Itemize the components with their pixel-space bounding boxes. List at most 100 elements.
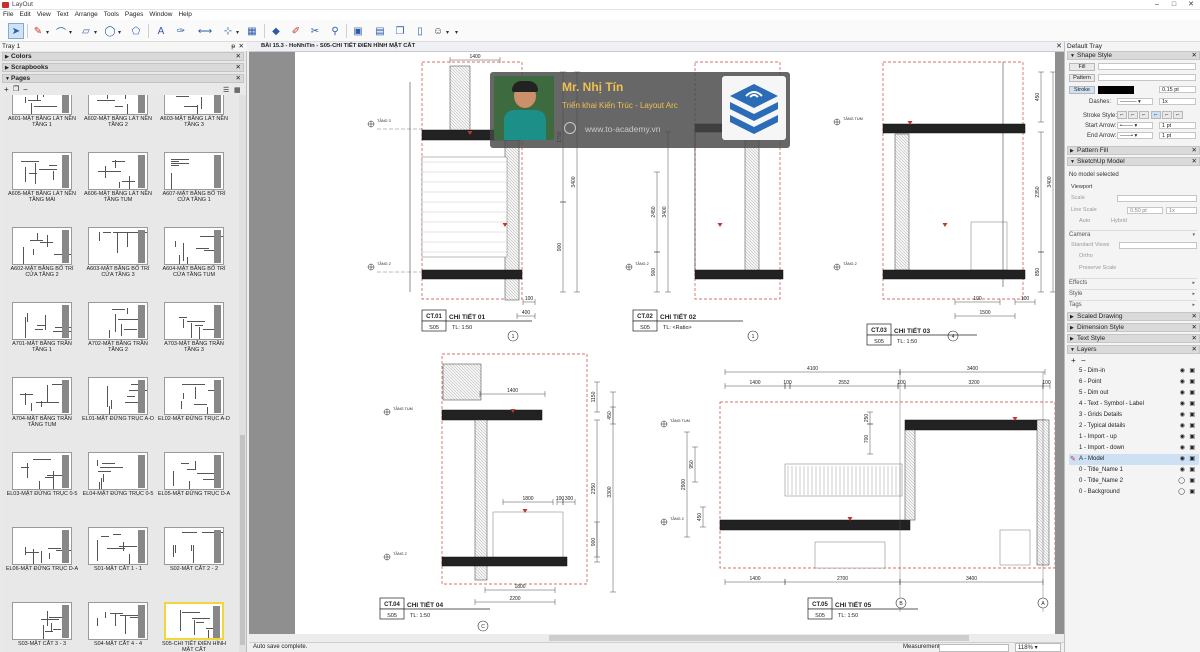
layer-visibility-icon[interactable]: ◉ — [1180, 399, 1185, 410]
new-page-icon[interactable]: ▤ — [372, 23, 388, 39]
effects-section[interactable]: Effects ▸ — [1069, 278, 1197, 287]
page-thumbnail[interactable]: S04-MẶT CẮT 4 - 4 — [80, 602, 156, 647]
layer-visibility-icon[interactable]: ◉ — [1180, 377, 1185, 388]
standard-views-select[interactable] — [1119, 242, 1197, 249]
measurements-input[interactable] — [939, 644, 1009, 652]
remove-layer-icon[interactable]: − — [1081, 356, 1086, 365]
line-scale-input[interactable]: 0.50 pt — [1127, 207, 1163, 214]
layer-visibility-icon[interactable]: ◉ — [1180, 366, 1185, 377]
dash-scale-select[interactable]: 1x — [1159, 98, 1196, 105]
add-layer-icon[interactable]: + — [1071, 356, 1076, 365]
join-bevel-icon[interactable]: ⌐ — [1173, 111, 1183, 119]
colors-panel-header[interactable]: ▶ Colors ✕ — [2, 52, 244, 61]
join-miter-icon[interactable]: ⌐ — [1151, 111, 1161, 119]
label-tool-icon[interactable]: ✑ — [173, 23, 189, 39]
menu-text[interactable]: Text — [54, 10, 72, 20]
scaled-drawing-header[interactable]: ▶ Scaled Drawing ✕ — [1067, 312, 1200, 321]
circle-tool-icon[interactable]: ◯ — [102, 23, 118, 39]
add-page-icon[interactable]: + — [4, 85, 9, 94]
close-button[interactable]: ✕ — [1184, 0, 1198, 10]
layer-row[interactable]: 1 - Import - down ◉ ▣ — [1069, 443, 1199, 454]
menu-window[interactable]: Window — [146, 10, 175, 20]
layer-lock-icon[interactable]: ▣ — [1189, 410, 1195, 421]
auto-checkbox[interactable]: Auto — [1079, 217, 1090, 225]
layer-row[interactable]: 3 - Grids Details ◉ ▣ — [1069, 410, 1199, 421]
shape-style-header[interactable]: ▼ Shape Style ✕ — [1067, 51, 1200, 60]
page-thumbnail[interactable]: A701-MẶT BẰNG TRẦN TẦNG 1 — [4, 302, 80, 353]
layer-lock-icon[interactable]: ▣ — [1189, 388, 1195, 399]
split-tool-icon[interactable]: ✂ — [307, 23, 323, 39]
end-arrow-size[interactable]: 1 pt — [1159, 132, 1196, 139]
stroke-color-swatch[interactable] — [1098, 86, 1134, 94]
layer-lock-icon[interactable]: ▣ — [1189, 377, 1195, 388]
text-style-header[interactable]: ▶ Text Style ✕ — [1067, 334, 1200, 343]
join-round-icon[interactable]: ⌐ — [1162, 111, 1172, 119]
grid-view-icon[interactable]: ▦ — [234, 86, 241, 94]
layer-row[interactable]: 1 - Import - up ◉ ▣ — [1069, 432, 1199, 443]
layer-lock-icon[interactable]: ▣ — [1189, 487, 1195, 498]
page-thumbnail[interactable]: A606-MẶT BẰNG LÁT NỀN TẦNG TUM — [80, 152, 156, 203]
menu-tools[interactable]: Tools — [101, 10, 122, 20]
layer-row[interactable]: 0 - Title_Name 1 ◉ ▣ — [1069, 465, 1199, 476]
page-thumbnail[interactable]: A603-MẶT BẰNG BỐ TRÍ CỬA TẦNG 3 — [80, 227, 156, 278]
arc-tool-icon[interactable]: ⌒ — [53, 23, 69, 39]
left-scrollbar[interactable] — [239, 95, 246, 652]
layer-visibility-icon[interactable]: ◉ — [1180, 421, 1185, 432]
page-thumbnail[interactable]: A607-MẶT BẰNG BỐ TRÍ CỬA TẦNG 1 — [156, 152, 232, 203]
maximize-button[interactable]: □ — [1167, 0, 1181, 10]
remove-page-icon[interactable]: − — [23, 85, 28, 94]
layer-row[interactable]: 4 - Text - Symbol - Label ◉ ▣ — [1069, 399, 1199, 410]
layer-lock-icon[interactable]: ▣ — [1189, 454, 1195, 465]
layer-row[interactable]: ✎ A - Model ◉ ▣ — [1069, 454, 1199, 465]
cap-round-icon[interactable]: ⌐ — [1128, 111, 1138, 119]
table-tool-icon[interactable]: ▦ — [244, 23, 260, 39]
cap-butt-icon[interactable]: ⌐ — [1117, 111, 1127, 119]
page-thumbnail[interactable]: S01-MẶT CẮT 1 - 1 — [80, 527, 156, 572]
cap-square-icon[interactable]: ⌐ — [1139, 111, 1149, 119]
layer-visibility-icon[interactable]: ◯ — [1178, 476, 1185, 487]
layer-row[interactable]: 5 - Dim-in ◉ ▣ — [1069, 366, 1199, 377]
page-thumbnail[interactable]: A604-MẶT BẰNG BỐ TRÍ CỬA TẦNG TUM — [156, 227, 232, 278]
layer-visibility-icon[interactable]: ◯ — [1178, 487, 1185, 498]
rectangle-tool-icon[interactable]: ▱ — [78, 23, 94, 39]
layer-row[interactable]: 0 - Title_Name 2 ◯ ▣ — [1069, 476, 1199, 487]
document-tab[interactable]: BÀI 15.3 - HoNhiTin - S05-CHI TIẾT ĐIỂN … — [249, 42, 1064, 52]
page-thumbnail[interactable]: A601-MẶT BẰNG LÁT NỀN TẦNG 1 — [4, 95, 80, 128]
sketchup-model-header[interactable]: ▼ SketchUp Model ✕ — [1067, 157, 1200, 166]
menu-edit[interactable]: Edit — [16, 10, 33, 20]
fill-toggle[interactable]: Fill — [1069, 63, 1095, 71]
page-thumbnail[interactable]: A602-MẶT BẰNG BỐ TRÍ CỬA TẦNG 2 — [4, 227, 80, 278]
pattern-toggle[interactable]: Pattern — [1069, 74, 1095, 82]
layer-visibility-icon[interactable]: ◉ — [1180, 410, 1185, 421]
preserve-scale-checkbox[interactable]: Preserve Scale — [1079, 264, 1116, 272]
layer-row[interactable]: 0 - Background ◯ ▣ — [1069, 487, 1199, 498]
layer-visibility-icon[interactable]: ◉ — [1180, 388, 1185, 399]
select-tool-icon[interactable]: ➤ — [8, 23, 24, 39]
page-thumbnail[interactable]: A602-MẶT BẰNG LÁT NỀN TẦNG 2 — [80, 95, 156, 128]
layer-lock-icon[interactable]: ▣ — [1189, 476, 1195, 487]
eraser-tool-icon[interactable]: ◆ — [268, 23, 284, 39]
user-account-icon[interactable]: ☺ — [430, 23, 446, 39]
split-dimension-tool-icon[interactable]: ⊹ — [220, 23, 236, 39]
page-thumbnail[interactable]: S03-MẶT CẮT 3 - 3 — [4, 602, 80, 647]
delete-page-icon[interactable]: ▯ — [412, 23, 428, 39]
ortho-checkbox[interactable]: Ortho — [1079, 252, 1093, 260]
page-thumbnail[interactable]: A703-MẶT BẰNG TRẦN TẦNG 3 — [156, 302, 232, 353]
layer-lock-icon[interactable]: ▣ — [1189, 465, 1195, 476]
page-thumbnail[interactable]: S02-MẶT CẮT 2 - 2 — [156, 527, 232, 572]
layer-row[interactable]: 2 - Typical details ◉ ▣ — [1069, 421, 1199, 432]
page-thumbnail[interactable]: A603-MẶT BẰNG LÁT NỀN TẦNG 3 — [156, 95, 232, 128]
polygon-tool-icon[interactable]: ⬠ — [128, 23, 144, 39]
menu-arrange[interactable]: Arrange — [72, 10, 101, 20]
menu-pages[interactable]: Pages — [122, 10, 146, 20]
page-thumbnail[interactable]: A704-MẶT BẰNG TRẦN TẦNG TUM — [4, 377, 80, 428]
stroke-toggle[interactable]: Stroke — [1069, 86, 1095, 94]
zoom-select[interactable]: 118% ▾ — [1015, 643, 1061, 652]
pattern-fill-header[interactable]: ▶ Pattern Fill ✕ — [1067, 146, 1200, 155]
layer-visibility-icon[interactable]: ◉ — [1180, 443, 1185, 454]
duplicate-page-small-icon[interactable]: ❐ — [13, 85, 19, 93]
tags-section[interactable]: Tags ▸ — [1069, 300, 1197, 309]
page-thumbnail[interactable]: EL03-MẶT ĐỨNG TRỤC 0-5 — [4, 452, 80, 497]
layer-lock-icon[interactable]: ▣ — [1189, 399, 1195, 410]
scale-select[interactable] — [1117, 195, 1197, 202]
